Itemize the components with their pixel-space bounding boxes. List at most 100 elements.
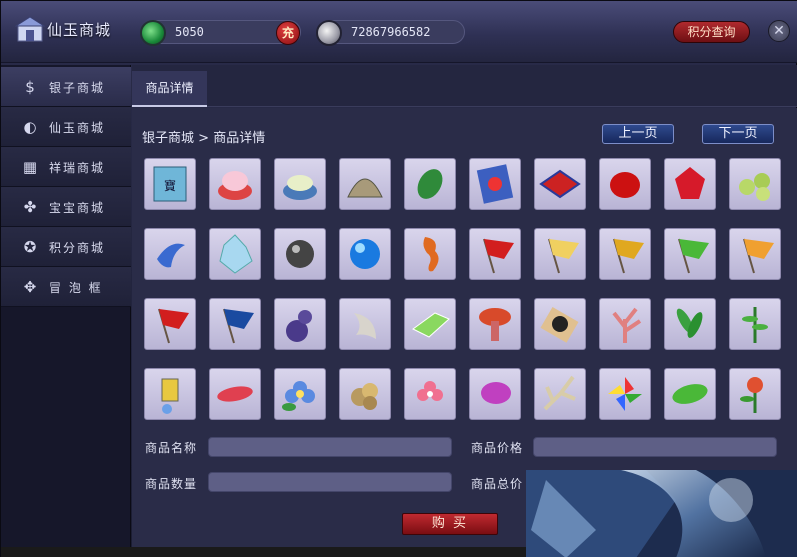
item-slot[interactable] <box>209 228 261 280</box>
item-slot[interactable] <box>599 158 651 210</box>
silver-currency: 72867966582 <box>316 20 465 46</box>
prev-page-button[interactable]: 上一页 <box>602 124 674 144</box>
item-name-field <box>208 437 452 457</box>
sidebar-item-jade-shop[interactable]: ◐ 仙玉商城 <box>1 107 131 147</box>
item-slot[interactable] <box>534 298 586 350</box>
sidebar-item-points-shop[interactable]: ✪ 积分商城 <box>1 227 131 267</box>
window-title: 仙玉商城 <box>47 21 112 39</box>
item-slot[interactable] <box>209 368 261 420</box>
item-slot[interactable] <box>599 228 651 280</box>
sidebar-item-bubble-frame[interactable]: ✥ 冒 泡 框 <box>1 267 131 307</box>
sidebar-item-pet-shop[interactable]: ✤ 宝宝商城 <box>1 187 131 227</box>
item-grid: 寶 <box>144 158 784 428</box>
item-slot[interactable] <box>144 228 196 280</box>
gift-icon: ▦ <box>22 158 38 176</box>
silver-balance: 72867966582 <box>351 25 431 39</box>
dark-gem-icon <box>286 240 314 268</box>
item-slot[interactable] <box>534 158 586 210</box>
purple-seed-icon <box>481 382 511 404</box>
item-slot[interactable] <box>664 368 716 420</box>
star-badge-icon: ✪ <box>23 238 37 256</box>
item-slot[interactable] <box>274 228 326 280</box>
item-slot[interactable] <box>469 368 521 420</box>
jade-icon: ◐ <box>23 118 37 136</box>
shop-logo-icon <box>15 16 45 42</box>
game-hud-strip <box>1 547 526 557</box>
points-query-button[interactable]: 积分查询 <box>673 21 750 43</box>
item-slot[interactable] <box>729 158 781 210</box>
item-slot[interactable] <box>339 298 391 350</box>
orange-flag-icon <box>743 238 774 274</box>
red-flag-icon <box>158 308 189 344</box>
close-icon[interactable]: ✕ <box>768 20 790 42</box>
item-slot[interactable] <box>599 298 651 350</box>
bamboo-leaf-icon <box>676 308 703 338</box>
item-slot[interactable] <box>339 158 391 210</box>
jade-coin-icon <box>140 20 166 46</box>
item-slot[interactable] <box>534 368 586 420</box>
green-pearls-icon <box>739 173 770 201</box>
item-slot[interactable] <box>664 158 716 210</box>
dark-pearl-icon <box>540 306 579 343</box>
feather-icon <box>217 386 253 402</box>
item-slot[interactable] <box>534 228 586 280</box>
tab-item-details[interactable]: 商品详情 <box>132 71 207 107</box>
sidebar-item-label: 冒 泡 框 <box>49 281 103 295</box>
item-slot[interactable] <box>664 228 716 280</box>
item-slot[interactable] <box>274 368 326 420</box>
item-slot[interactable] <box>209 158 261 210</box>
item-slot[interactable] <box>469 228 521 280</box>
ruby-icon <box>675 167 705 199</box>
yellow-flag-icon <box>548 238 579 274</box>
item-total-label: 商品总价 <box>471 477 524 491</box>
item-slot[interactable] <box>599 368 651 420</box>
item-slot[interactable] <box>729 368 781 420</box>
item-slot[interactable] <box>274 158 326 210</box>
scroll-icon <box>476 164 514 204</box>
pink-flower-icon <box>417 381 443 401</box>
item-slot[interactable] <box>209 298 261 350</box>
coral-icon <box>612 307 642 343</box>
blue-flower-icon <box>282 381 315 411</box>
item-slot[interactable] <box>664 298 716 350</box>
item-slot[interactable] <box>729 228 781 280</box>
blue-moon-icon <box>157 243 185 268</box>
book-icon: 寶 <box>153 166 187 202</box>
item-slot[interactable] <box>404 368 456 420</box>
item-price-label: 商品价格 <box>471 441 524 455</box>
item-qty-field[interactable] <box>208 472 452 492</box>
item-slot[interactable] <box>274 298 326 350</box>
antler-icon <box>543 375 576 411</box>
item-slot[interactable]: 寶 <box>144 158 196 210</box>
item-slot[interactable] <box>404 158 456 210</box>
item-slot[interactable] <box>144 298 196 350</box>
buy-button[interactable]: 购 买 <box>402 513 498 535</box>
ice-crystal-icon <box>219 234 253 274</box>
sidebar-item-label: 银子商城 <box>49 81 106 95</box>
white-horn-icon <box>354 313 376 339</box>
item-slot[interactable] <box>469 158 521 210</box>
item-qty-label: 商品数量 <box>145 477 198 491</box>
sidebar: $ 银子商城 ◐ 仙玉商城 ▦ 祥瑞商城 ✤ 宝宝商城 ✪ 积分商城 ✥ 冒 泡… <box>1 65 131 557</box>
item-slot[interactable] <box>469 298 521 350</box>
item-name-label: 商品名称 <box>145 441 198 455</box>
item-slot[interactable] <box>729 298 781 350</box>
item-slot[interactable] <box>339 228 391 280</box>
clover-icon: ✥ <box>23 278 37 296</box>
next-page-button[interactable]: 下一页 <box>702 124 774 144</box>
sidebar-item-silver-shop[interactable]: $ 银子商城 <box>1 67 131 107</box>
mushroom-icon <box>479 308 511 341</box>
sidebar-item-auspicious-shop[interactable]: ▦ 祥瑞商城 <box>1 147 131 187</box>
item-slot[interactable] <box>339 368 391 420</box>
title-bar: 仙玉商城 5050 充 72867966582 积分查询 ✕ <box>1 1 797 63</box>
item-slot[interactable] <box>404 228 456 280</box>
character-art-overlay <box>526 470 797 557</box>
breadcrumb-root[interactable]: 银子商城 <box>142 131 194 146</box>
green-flag-icon <box>678 238 709 274</box>
item-slot[interactable] <box>404 298 456 350</box>
item-slot[interactable] <box>144 368 196 420</box>
fern-icon <box>742 307 768 343</box>
green-feather-icon <box>672 384 708 404</box>
recharge-button[interactable]: 充 <box>276 21 300 45</box>
rice-bowl-icon <box>283 175 317 200</box>
